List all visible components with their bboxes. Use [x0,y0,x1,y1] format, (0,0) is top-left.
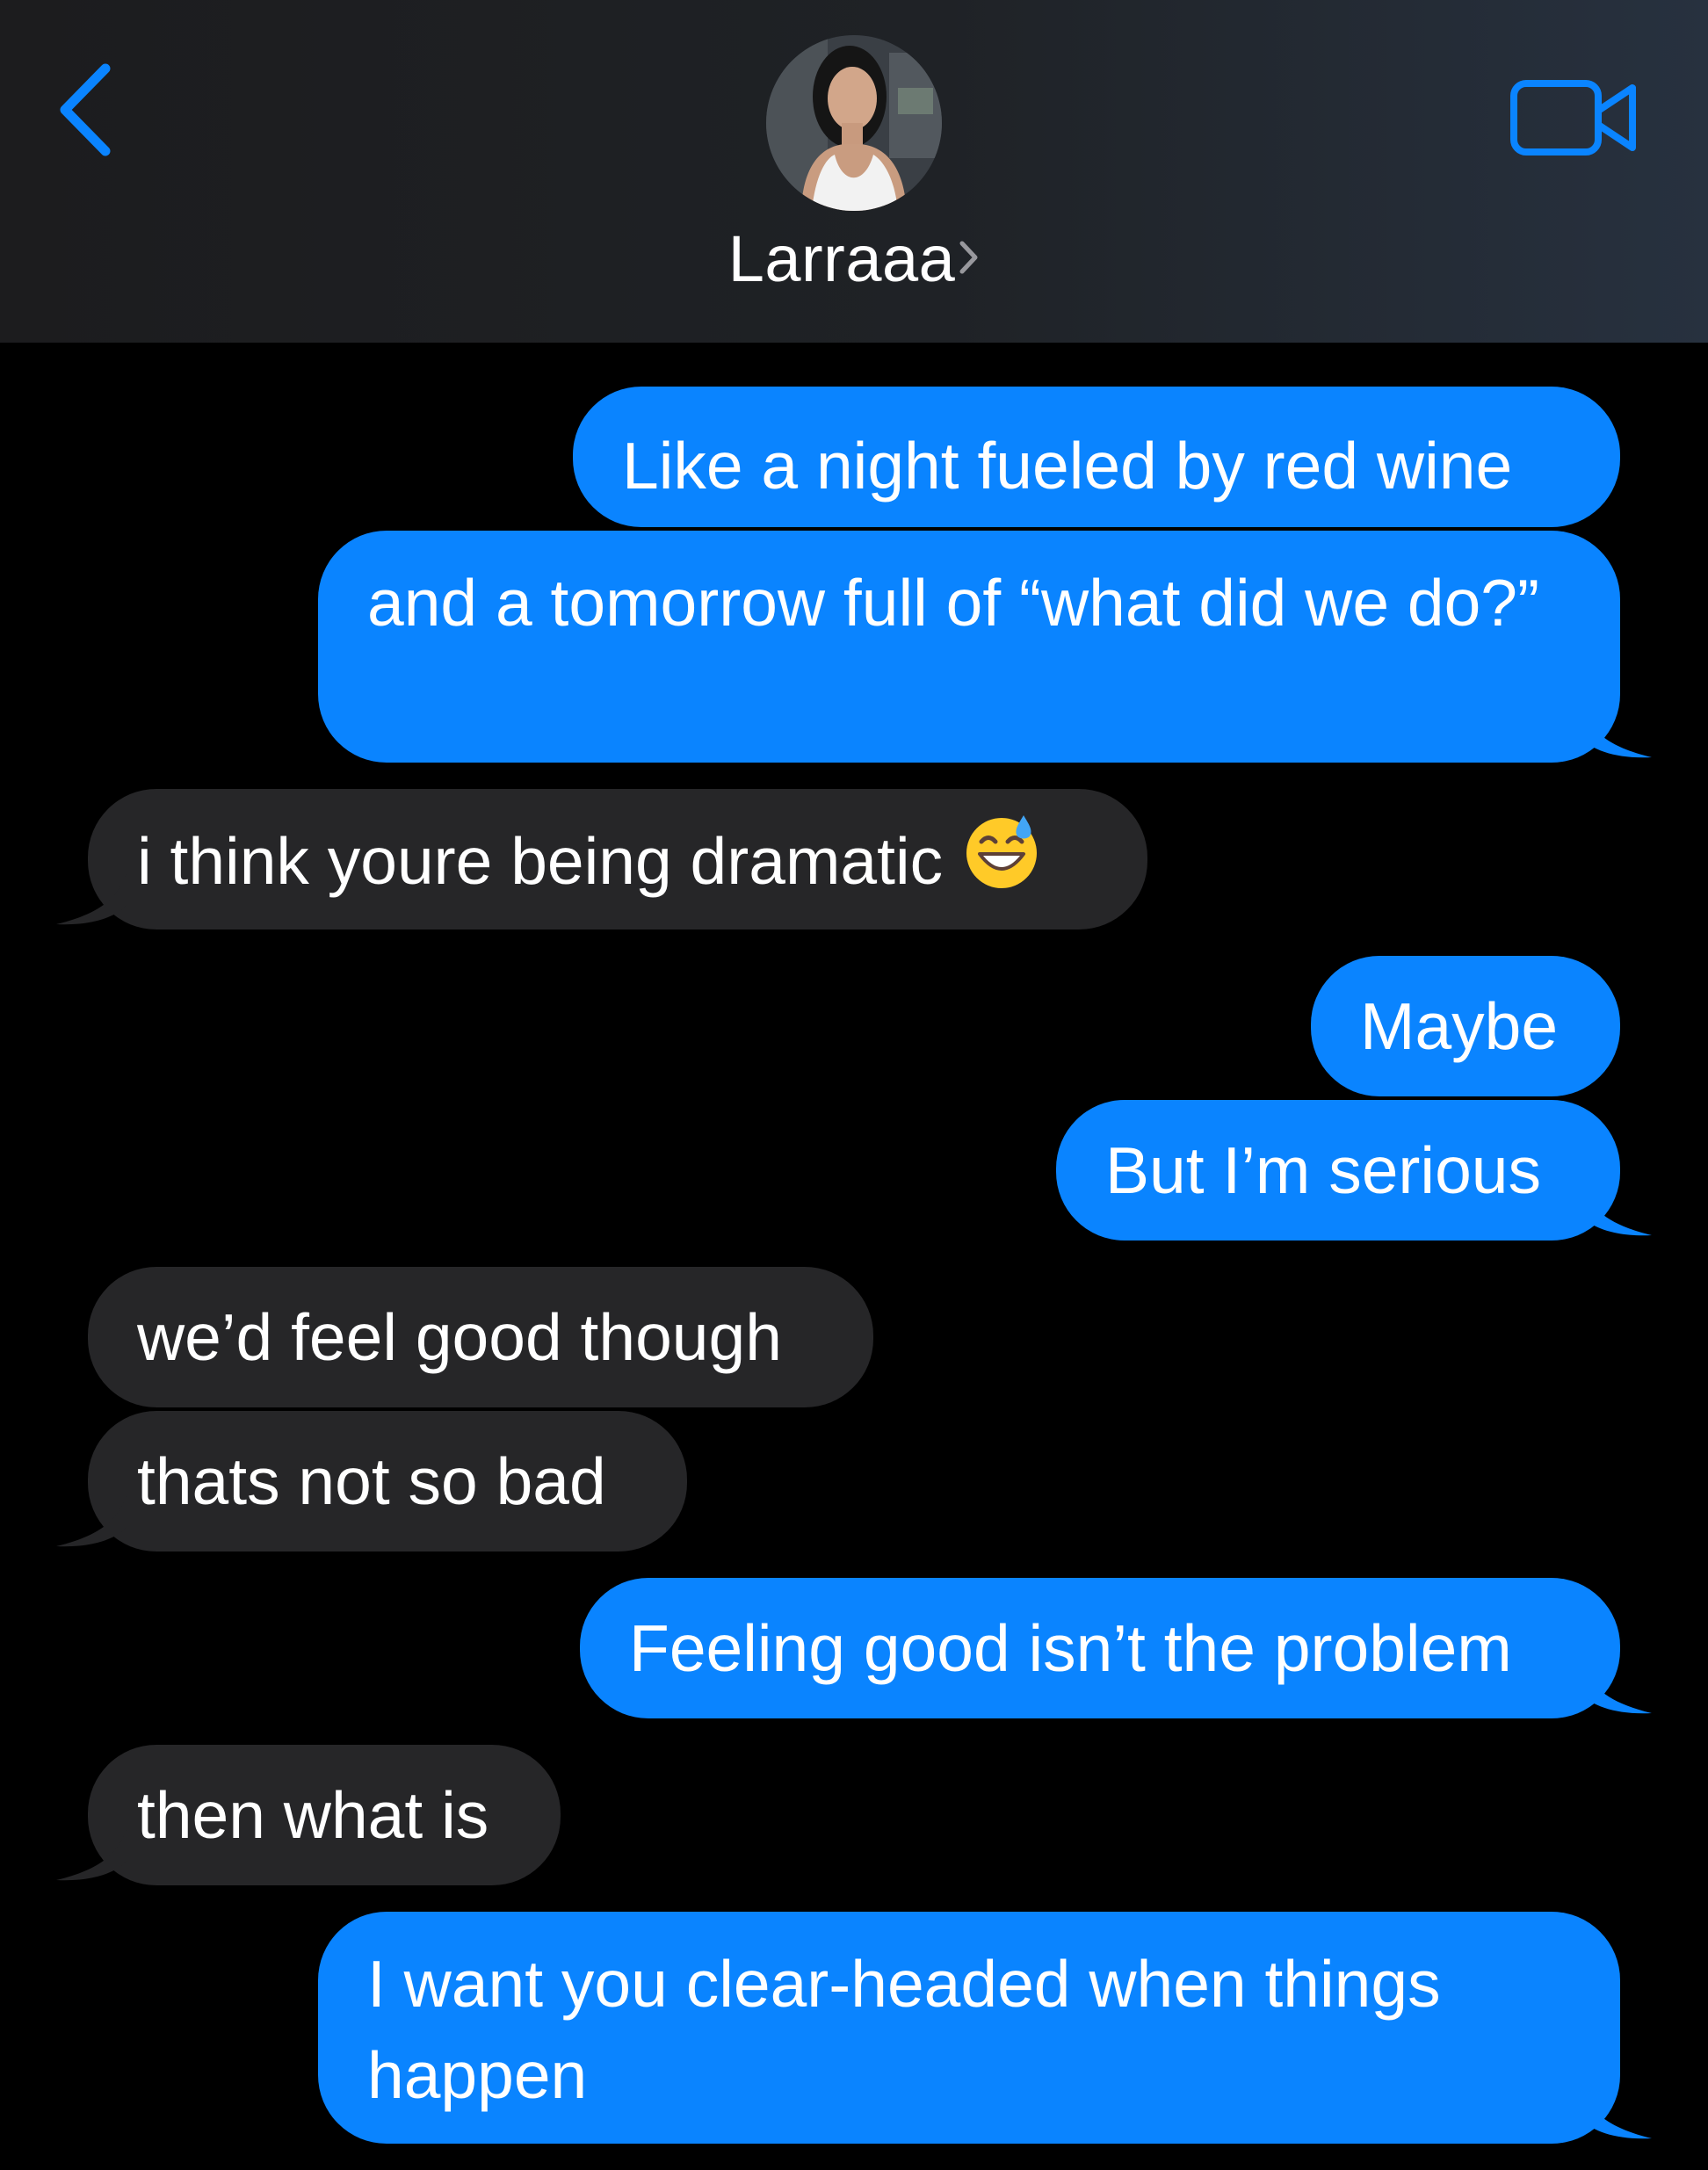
message-text: But I’m serious [1105,1133,1541,1207]
message-text: then what is [137,1778,489,1852]
message-text: i think youre being dramatic [137,824,944,898]
message-bubble-sent[interactable]: Like a night fueled by red wine [573,387,1620,527]
back-button[interactable] [54,61,125,158]
grinning-face-with-sweat-icon [962,812,1041,914]
video-camera-icon [1510,80,1636,156]
message-text: Like a night fueled by red wine [622,429,1513,503]
message-bubble-received[interactable]: i think youre being dramatic [88,789,1147,929]
contact-name-button[interactable]: Larraaa [0,221,1708,296]
conversation-header: Larraaa [0,0,1708,343]
message-text: Maybe [1360,989,1559,1063]
message-bubble-sent[interactable]: Feeling good isn’t the problem [580,1578,1620,1718]
message-bubble-received[interactable]: then what is [88,1745,561,1885]
message-text: I want you clear-headed when things happ… [367,1947,1441,2112]
contact-name: Larraaa [727,222,956,295]
bubble-tail [56,1829,127,1881]
video-call-button[interactable] [1509,74,1641,162]
bubble-tail [56,1495,127,1547]
message-text: thats not so bad [137,1444,606,1518]
message-bubble-sent[interactable]: Maybe [1311,956,1620,1096]
contact-photo [766,35,942,211]
message-text: and a tomorrow full of “what did we do?” [367,566,1539,640]
chevron-right-icon [957,239,980,280]
bubble-tail [1581,1184,1652,1236]
message-bubble-received[interactable]: thats not so bad [88,1411,687,1552]
avatar[interactable] [766,35,942,211]
message-bubble-sent[interactable]: I want you clear-headed when things happ… [318,1912,1620,2144]
bubble-tail [1581,1662,1652,1714]
bubble-tail [56,873,127,925]
chevron-left-icon [60,63,111,156]
message-bubble-received[interactable]: we’d feel good though [88,1267,873,1407]
message-text: Feeling good isn’t the problem [629,1611,1512,1685]
message-bubble-sent[interactable]: and a tomorrow full of “what did we do?” [318,531,1620,763]
bubble-tail [1581,2087,1652,2139]
message-bubble-sent[interactable]: But I’m serious [1056,1100,1620,1241]
message-text: we’d feel good though [137,1300,782,1374]
bubble-tail [1581,706,1652,758]
